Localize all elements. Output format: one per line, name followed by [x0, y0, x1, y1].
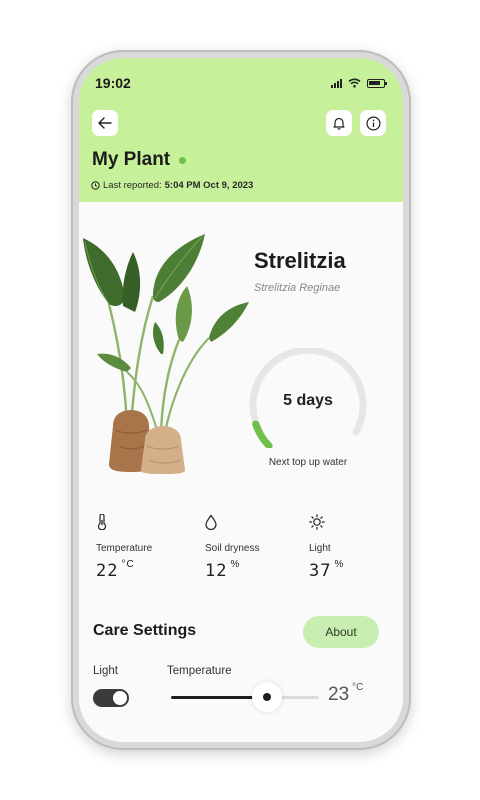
last-reported-time: 5:04 PM Oct 9, 2023 [164, 180, 254, 191]
metric-label: Soil dryness [205, 543, 260, 554]
droplet-icon [205, 514, 217, 531]
notifications-button[interactable] [326, 110, 352, 136]
watering-gauge-progress [252, 420, 273, 448]
metric-value: 22 °C [96, 559, 135, 581]
last-reported-label: Last reported: [103, 180, 162, 191]
last-reported: Last reported: 5:04 PM Oct 9, 2023 [91, 180, 253, 191]
temperature-setting-value: 23 °C [328, 681, 364, 705]
metric-label: Light [309, 543, 331, 554]
sun-icon [309, 514, 325, 530]
plant-latin-name: Strelitzia Reginae [254, 282, 341, 294]
status-icons [331, 78, 387, 88]
watering-days: 5 days [283, 392, 333, 409]
wifi-icon [348, 78, 361, 88]
page-title: My Plant [92, 149, 171, 170]
metric-value: 37% [309, 559, 345, 581]
temperature-setting-label: Temperature [167, 665, 232, 677]
thermometer-icon [97, 513, 107, 531]
signal-icon [331, 78, 342, 88]
app-screen: 19:02 My Plant Last reported: 5:04 PM Oc… [79, 58, 403, 742]
metric-light: Light 37% [309, 514, 403, 581]
info-icon [365, 115, 381, 131]
info-button[interactable] [360, 110, 386, 136]
online-indicator [179, 157, 186, 164]
arrow-left-icon [98, 117, 112, 129]
status-time: 19:02 [95, 75, 131, 91]
watering-label: Next top up water [268, 457, 348, 468]
about-button[interactable]: About [303, 616, 379, 648]
header: 19:02 My Plant Last reported: 5:04 PM Oc… [79, 58, 403, 202]
light-setting-label: Light [93, 665, 118, 677]
battery-icon [367, 78, 387, 88]
temperature-slider-handle[interactable] [252, 682, 283, 712]
metric-label: Temperature [96, 543, 153, 554]
bell-icon [333, 117, 345, 130]
metric-soil-dryness: Soil dryness 12% [205, 514, 305, 581]
plant-image [83, 234, 249, 474]
temperature-slider[interactable] [171, 682, 319, 712]
light-toggle[interactable] [93, 689, 129, 707]
metric-temperature: Temperature 22 °C [96, 513, 196, 581]
metric-value: 12% [205, 559, 241, 581]
back-button[interactable] [92, 110, 118, 136]
care-settings-title: Care Settings [93, 622, 197, 639]
clock-icon [91, 181, 100, 190]
plant-name: Strelitzia [254, 248, 346, 273]
toggle-knob [113, 691, 127, 705]
